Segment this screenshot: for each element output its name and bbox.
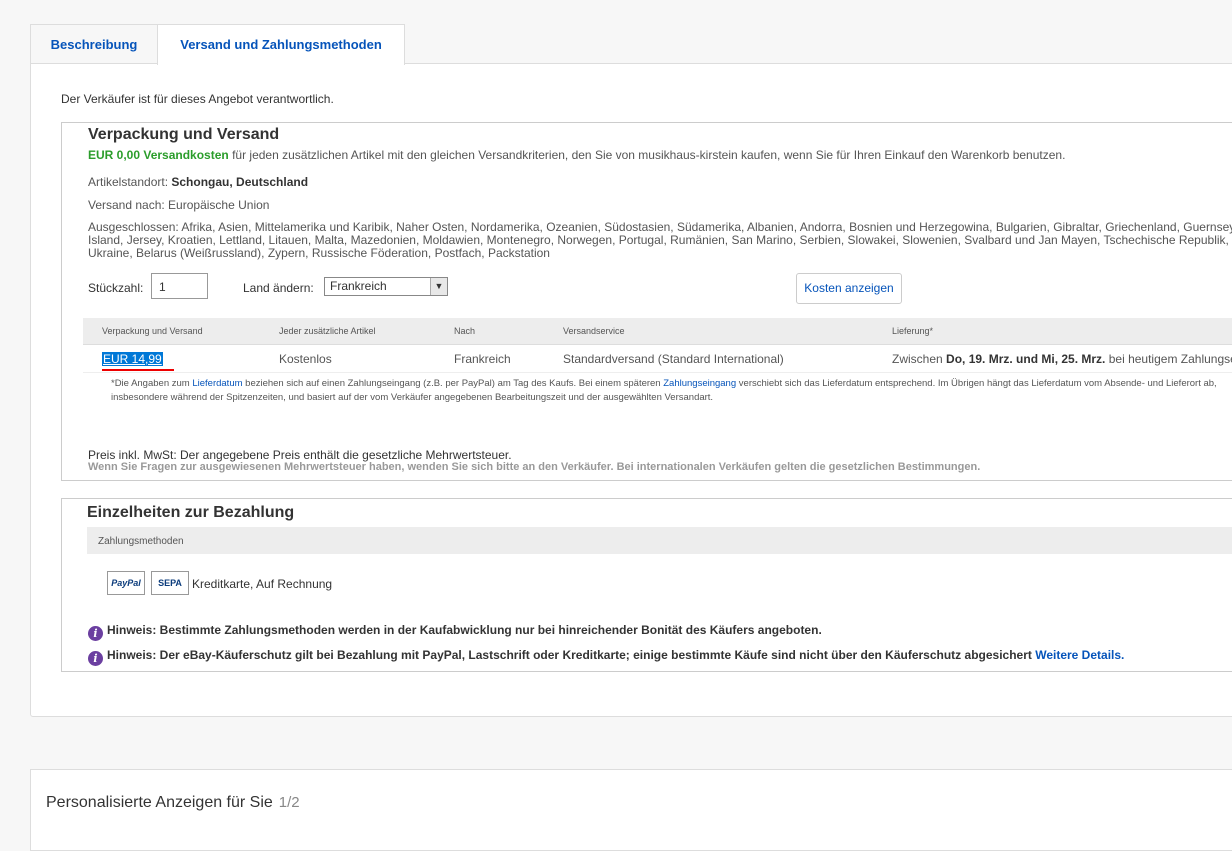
sepa-logo: SEPA [151,571,189,595]
col-to: Nach [454,326,476,336]
quantity-label: Stückzahl: [88,281,144,295]
delivery-date-link[interactable]: Lieferdatum [192,378,242,389]
free-shipping-line: EUR 0,00 Versandkosten für jeden zusätzl… [88,148,1065,162]
col-delivery: Lieferung* [892,326,934,336]
shipping-price-value: EUR 14,99 [102,352,163,366]
paypal-logo: PayPal [107,571,145,595]
footnote-text-2: beziehen sich auf einen Zahlungseingang … [242,378,664,389]
seller-note: Der Verkäufer ist für dieses Angebot ver… [61,92,334,106]
ads-page-indicator: 1/2 [278,794,300,811]
payment-note-2-text: Hinweis: Der eBay-Käuferschutz gilt bei … [107,648,1036,662]
payment-title: Einzelheiten zur Bezahlung [87,504,295,521]
payment-methods-text: Kreditkarte, Auf Rechnung [192,577,333,591]
delivery-footnote: *Die Angaben zum Lieferdatum beziehen si… [111,377,1232,405]
footnote-text-1: *Die Angaben zum [111,378,193,389]
shipping-price: EUR 14,99 [102,352,163,366]
shipping-section: Verpackung und Versand EUR 0,00 Versandk… [61,122,1232,481]
shipping-table-header: Verpackung und Versand Jeder zusätzliche… [83,318,1232,345]
ads-section: Personalisierte Anzeigen für Sie 1/2 [30,769,1232,851]
show-costs-button[interactable]: Kosten anzeigen [796,273,902,304]
more-details-link[interactable]: Weitere Details. [1035,648,1124,662]
vat-question-note: Wenn Sie Fragen zur ausgewiesenen Mehrwe… [88,461,981,473]
item-location-value: Schongau, Deutschland [171,175,309,189]
payment-methods-header: Zahlungsmethoden [87,527,1232,554]
tab-panel: Der Verkäufer ist für dieses Angebot ver… [30,63,1232,717]
red-underline [102,369,174,371]
chevron-down-icon: ▼ [430,278,447,295]
payment-receipt-link[interactable]: Zahlungseingang [663,378,736,389]
ads-title: Personalisierte Anzeigen für Sie 1/2 [46,794,300,812]
free-shipping-text: für jeden zusätzlichen Artikel mit den g… [228,148,1066,162]
delivery-suffix: bei heutigem Zahlungseingang [1108,352,1232,366]
col-packaging: Verpackung und Versand [102,326,203,336]
shipping-service: Standardversand (Standard International) [563,352,784,366]
excluded-countries: Ausgeschlossen: Afrika, Asien, Mittelame… [88,220,1232,260]
payment-note-2: i Hinweis: Der eBay-Käuferschutz gilt bei… [88,648,1124,666]
ship-to-country: Frankreich [454,352,511,366]
payment-methods-label: Zahlungsmethoden [98,536,184,547]
item-location-label: Artikelstandort: [88,175,172,189]
free-shipping-amount: EUR 0,00 Versandkosten [88,148,229,162]
ships-to: Versand nach: Europäische Union [88,198,270,212]
vat-note: Preis inkl. MwSt: Der angegebene Preis e… [88,448,512,462]
item-location: Artikelstandort: Schongau, Deutschland [88,175,308,189]
col-additional: Jeder zusätzliche Artikel [279,326,376,336]
country-label: Land ändern: [243,281,314,295]
quantity-input[interactable]: 1 [151,273,208,299]
country-select[interactable]: Frankreich ▼ [324,277,448,296]
info-icon: i [88,651,103,666]
shipping-title: Verpackung und Versand [88,126,280,143]
col-service: Versandservice [563,326,625,336]
table-row: EUR 14,99 Kostenlos Frankreich Standardv… [83,345,1232,373]
delivery-estimate: Zwischen Do, 19. Mrz. und Mi, 25. Mrz. b… [892,352,1232,366]
delivery-prefix: Zwischen [892,352,947,366]
payment-section: Einzelheiten zur Bezahlung Zahlungsmetho… [61,498,1232,672]
additional-cost: Kostenlos [279,352,332,366]
tab-beschreibung[interactable]: Beschreibung [30,24,158,64]
payment-note-1-text: Hinweis: Bestimmte Zahlungsmethoden werd… [107,623,822,637]
tab-versand[interactable]: Versand und Zahlungsmethoden [157,24,405,65]
delivery-dates: Do, 19. Mrz. und Mi, 25. Mrz. [946,352,1106,366]
payment-note-1: i Hinweis: Bestimmte Zahlungsmethoden wer… [88,623,822,641]
ads-title-text: Personalisierte Anzeigen für Sie [46,794,273,811]
info-icon: i [88,626,103,641]
country-select-value: Frankreich [330,279,387,293]
